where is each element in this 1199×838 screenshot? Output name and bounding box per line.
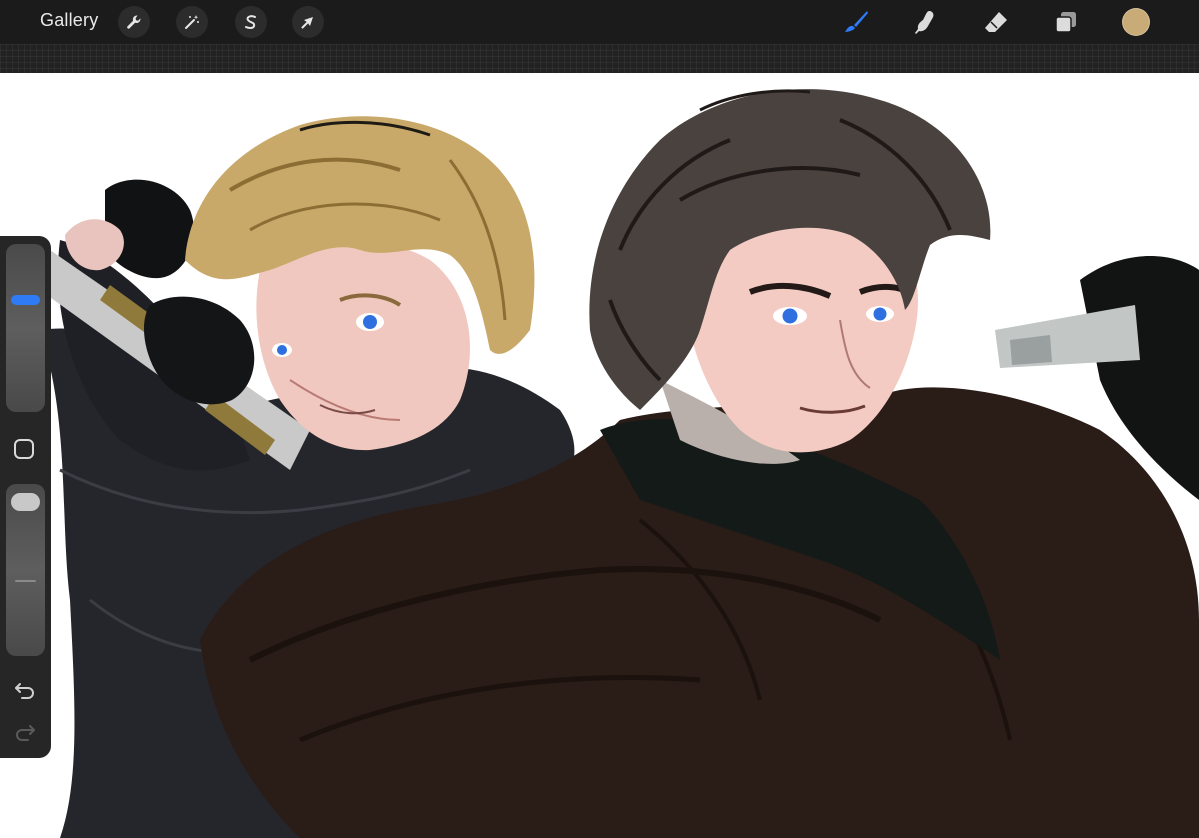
artwork-painting (40, 89, 1199, 838)
left-sidebar (0, 236, 51, 758)
eraser-icon[interactable] (980, 6, 1012, 38)
top-toolbar: Gallery (0, 0, 1199, 44)
layers-icon[interactable] (1050, 6, 1082, 38)
opacity-slider[interactable] (6, 484, 45, 656)
redo-icon[interactable] (12, 721, 38, 743)
brush-size-slider-handle[interactable] (11, 294, 40, 305)
arrow-cursor-icon[interactable] (292, 6, 324, 38)
drawing-canvas[interactable] (0, 73, 1199, 838)
opacity-slider-tick (15, 580, 36, 582)
color-picker-swatch[interactable] (1122, 8, 1150, 36)
selection-s-icon[interactable] (235, 6, 267, 38)
brush-icon[interactable] (840, 6, 872, 38)
opacity-slider-handle[interactable] (11, 493, 40, 512)
smudge-finger-icon[interactable] (909, 6, 941, 38)
undo-icon[interactable] (12, 679, 38, 701)
wrench-icon[interactable] (118, 6, 150, 38)
top-bar-shadow-strip (0, 44, 1199, 73)
brush-size-slider[interactable] (6, 244, 45, 412)
magic-wand-icon[interactable] (176, 6, 208, 38)
square-modifier-icon[interactable] (14, 439, 34, 459)
gallery-button[interactable]: Gallery (40, 10, 98, 31)
